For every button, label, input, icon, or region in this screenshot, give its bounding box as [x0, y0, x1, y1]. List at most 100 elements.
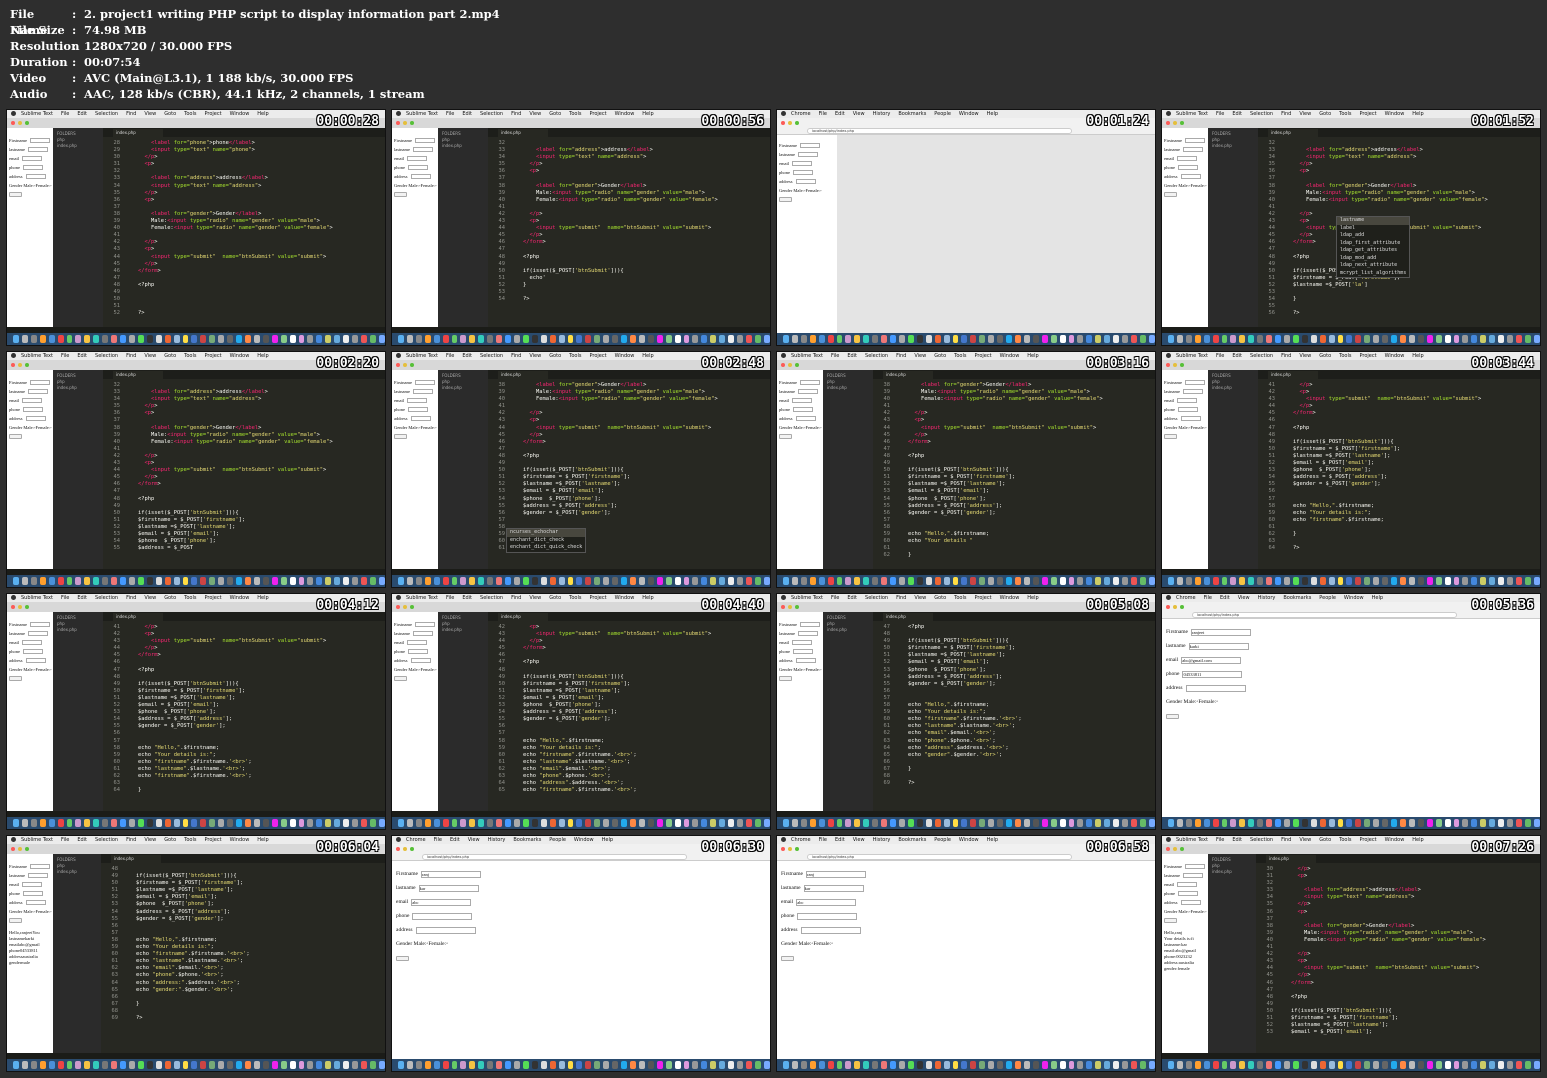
dock-app-icon[interactable] — [692, 335, 699, 343]
dock-app-icon[interactable] — [262, 1061, 269, 1069]
dock-app-icon[interactable] — [1391, 335, 1397, 343]
dock-app-icon[interactable] — [13, 577, 19, 585]
dock-app-icon[interactable] — [647, 577, 654, 585]
sidebar-item[interactable]: index.php — [442, 143, 484, 149]
dock-app-icon[interactable] — [137, 335, 144, 343]
editor-tab[interactable]: index.php — [1266, 855, 1316, 863]
menu-item[interactable]: View — [529, 111, 541, 117]
radio-female[interactable]: ◦ — [820, 667, 822, 672]
dock-app-icon[interactable] — [1426, 335, 1433, 343]
dock-app-icon[interactable] — [244, 1061, 251, 1069]
dock-app-icon[interactable] — [1417, 819, 1424, 827]
dock-app-icon[interactable] — [710, 819, 717, 827]
dock-app-icon[interactable] — [424, 577, 431, 585]
dock-app-icon[interactable] — [200, 1061, 207, 1069]
menu-item[interactable]: Selection — [480, 111, 503, 117]
dock-app-icon[interactable] — [585, 335, 592, 343]
menu-item[interactable]: Find — [1281, 111, 1291, 117]
dock-app-icon[interactable] — [1507, 335, 1513, 343]
dock-app-icon[interactable] — [621, 577, 627, 585]
menu-item[interactable]: Edit — [77, 111, 87, 117]
dock-app-icon[interactable] — [244, 335, 251, 343]
dock-app-icon[interactable] — [1230, 577, 1237, 585]
dock-app-icon[interactable] — [93, 335, 100, 343]
dock-app-icon[interactable] — [111, 819, 118, 827]
menu-item[interactable]: Chrome — [406, 837, 426, 843]
dock-app-icon[interactable] — [460, 335, 467, 343]
dock-app-icon[interactable] — [1444, 335, 1451, 343]
dock-app-icon[interactable] — [737, 819, 743, 827]
dock-app-icon[interactable] — [398, 1061, 404, 1069]
editor-tab[interactable]: index.php — [113, 371, 163, 379]
radio-female[interactable]: ◦ — [1205, 425, 1207, 430]
phone-input[interactable] — [23, 649, 43, 654]
dock-app-icon[interactable] — [1408, 335, 1415, 343]
firstname-input[interactable]: ranj — [421, 870, 481, 878]
dock-app-icon[interactable] — [513, 819, 520, 827]
menu-item[interactable]: Goto — [549, 353, 561, 359]
dock-app-icon[interactable] — [209, 335, 216, 343]
dock-app-icon[interactable] — [970, 577, 977, 585]
dock-app-icon[interactable] — [1355, 819, 1362, 827]
dock-app-icon[interactable] — [137, 1061, 144, 1069]
menu-item[interactable]: Edit — [450, 837, 460, 843]
dock-app-icon[interactable] — [469, 1061, 476, 1069]
apple-icon[interactable] — [11, 595, 16, 600]
dock-app-icon[interactable] — [1185, 577, 1192, 585]
dock-app-icon[interactable] — [1139, 577, 1146, 585]
dock-app-icon[interactable] — [182, 819, 189, 827]
dock-app-icon[interactable] — [1435, 1061, 1442, 1069]
dock-app-icon[interactable] — [585, 1061, 592, 1069]
menu-item[interactable]: View — [853, 837, 865, 843]
dock-app-icon[interactable] — [155, 819, 162, 827]
dock-app-icon[interactable] — [1346, 819, 1353, 827]
dock-app-icon[interactable] — [674, 819, 681, 827]
sidebar-item[interactable]: index.php — [1212, 143, 1254, 149]
dock-app-icon[interactable] — [102, 577, 109, 585]
menu-item[interactable]: People — [934, 837, 951, 843]
dock-app-icon[interactable] — [325, 577, 332, 585]
dock-app-icon[interactable] — [280, 1061, 287, 1069]
menu-item[interactable]: Goto — [164, 595, 176, 601]
dock-app-icon[interactable] — [227, 335, 234, 343]
dock-app-icon[interactable] — [1417, 335, 1424, 343]
dock-app-icon[interactable] — [360, 335, 367, 343]
dock-app-icon[interactable] — [1399, 577, 1406, 585]
editor-tab[interactable]: index.php — [883, 371, 933, 379]
menu-item[interactable]: Window — [230, 111, 250, 117]
lastname-input[interactable] — [1183, 147, 1203, 152]
address-bar[interactable]: localhost/php/index.php — [1192, 612, 1457, 618]
dock-app-icon[interactable] — [460, 1061, 467, 1069]
dock-app-icon[interactable] — [289, 1061, 296, 1069]
dock-app-icon[interactable] — [66, 1061, 73, 1069]
lastname-input[interactable] — [28, 873, 48, 878]
dock-app-icon[interactable] — [271, 1061, 278, 1069]
dock-app-icon[interactable] — [863, 335, 870, 343]
address-input[interactable] — [410, 658, 431, 663]
dock-app-icon[interactable] — [710, 1061, 717, 1069]
editor-tab[interactable]: index.php — [498, 371, 548, 379]
menu-item[interactable]: View — [1299, 111, 1311, 117]
menu-item[interactable]: View — [1299, 353, 1311, 359]
dock-app-icon[interactable] — [398, 577, 404, 585]
submit-button[interactable] — [779, 676, 792, 681]
firstname-input[interactable] — [30, 138, 50, 143]
autocomplete-item[interactable]: ldap_first_attribute — [1337, 240, 1409, 248]
dock-app-icon[interactable] — [710, 335, 717, 343]
lastname-input[interactable] — [413, 147, 433, 152]
dock-app-icon[interactable] — [57, 819, 64, 827]
dock-app-icon[interactable] — [1489, 335, 1496, 343]
address-input[interactable] — [795, 179, 816, 184]
menu-item[interactable]: File — [446, 595, 454, 601]
dock-app-icon[interactable] — [191, 335, 198, 343]
menu-item[interactable]: File — [61, 111, 69, 117]
menu-item[interactable]: Window — [959, 837, 979, 843]
menu-item[interactable]: Project — [589, 111, 606, 117]
submit-button[interactable] — [394, 676, 407, 681]
dock-app-icon[interactable] — [612, 819, 619, 827]
dock-app-icon[interactable] — [316, 577, 323, 585]
dock-app-icon[interactable] — [934, 335, 941, 343]
submit-button[interactable] — [1164, 434, 1177, 439]
menu-item[interactable]: Tools — [1339, 837, 1351, 843]
dock-app-icon[interactable] — [39, 819, 46, 827]
